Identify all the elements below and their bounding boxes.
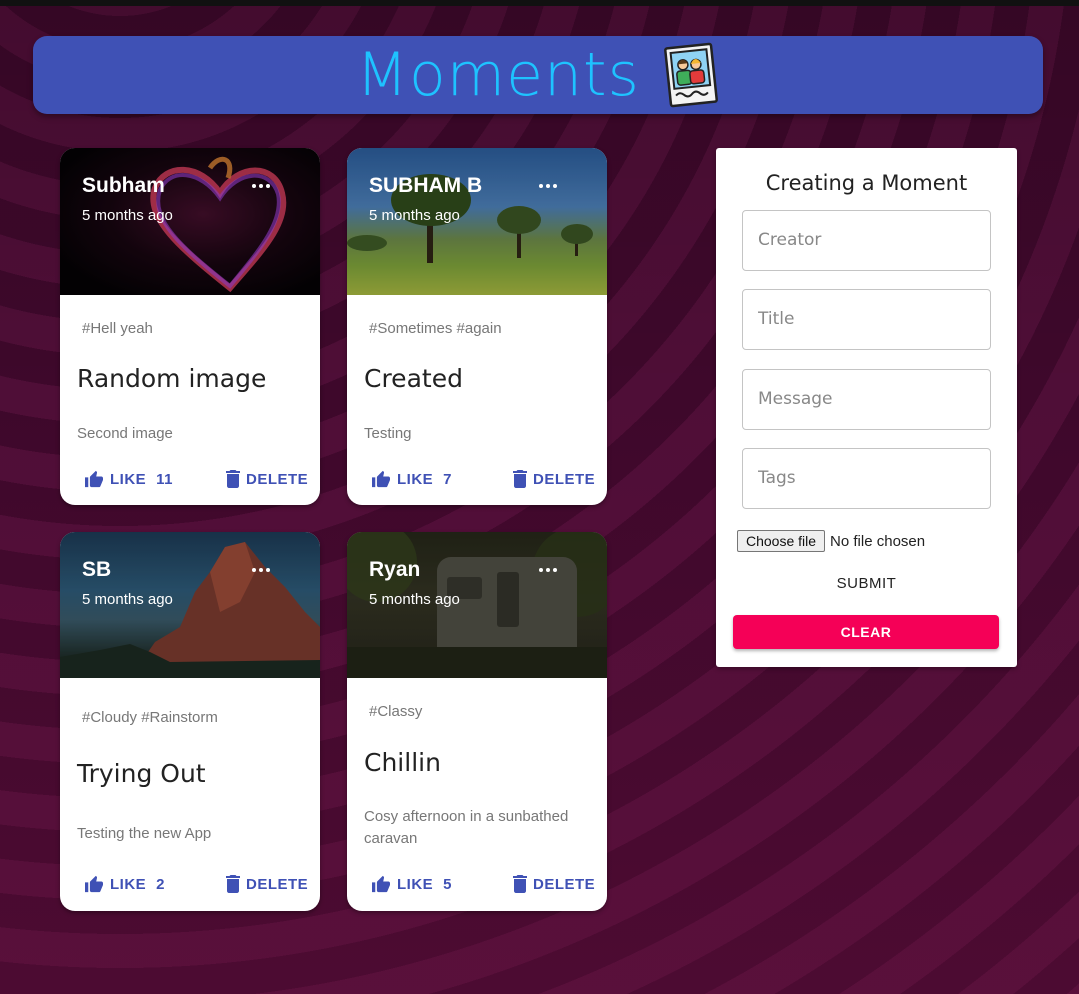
top-edge xyxy=(0,0,1079,6)
post-image: SB 5 months ago xyxy=(60,532,320,678)
post-title: Created xyxy=(364,364,463,393)
clear-button[interactable]: CLEAR xyxy=(733,615,999,649)
post-tags: #Sometimes #again xyxy=(369,320,502,337)
post-time: 5 months ago xyxy=(82,207,173,224)
app-bar: Moments xyxy=(33,36,1043,114)
post-title: Chillin xyxy=(364,748,441,777)
like-button[interactable]: LIKE 11 xyxy=(84,470,173,488)
post-author: SB xyxy=(82,558,112,581)
post-tags: #Cloudy #Rainstorm xyxy=(82,709,218,726)
delete-button[interactable]: DELETE xyxy=(226,875,308,893)
choose-file-button[interactable]: Choose file xyxy=(737,530,826,552)
post-card: Subham 5 months ago #Hell yeah Random im… xyxy=(60,148,320,505)
like-button[interactable]: LIKE 7 xyxy=(371,470,452,488)
title-field[interactable] xyxy=(742,289,991,350)
more-options-icon[interactable] xyxy=(539,568,561,574)
create-moment-form: Creating a Moment Choose file No file ch… xyxy=(716,148,1017,667)
post-card: Ryan 5 months ago #Classy Chillin Cosy a… xyxy=(347,532,607,911)
app-title: Moments xyxy=(356,40,640,110)
creator-field[interactable] xyxy=(742,210,991,271)
like-count: 11 xyxy=(156,470,174,488)
trash-icon xyxy=(226,470,240,488)
post-author: Ryan xyxy=(369,558,421,581)
delete-button[interactable]: DELETE xyxy=(513,470,595,488)
post-card: SUBHAM B 5 months ago #Sometimes #again … xyxy=(347,148,607,505)
post-tags: #Classy xyxy=(369,703,423,720)
creator-input[interactable] xyxy=(743,211,978,268)
trash-icon xyxy=(513,875,527,893)
photo-memories-icon xyxy=(663,42,718,108)
like-button[interactable]: LIKE 2 xyxy=(84,875,165,893)
post-message: Testing the new App xyxy=(77,825,212,842)
post-message: Cosy afternoon in a sunbathed caravan xyxy=(364,808,569,847)
post-tags: #Hell yeah xyxy=(82,320,153,337)
post-message: Testing xyxy=(364,425,412,442)
post-image: SUBHAM B 5 months ago xyxy=(347,148,607,295)
post-title: Trying Out xyxy=(77,759,206,788)
form-title: Creating a Moment xyxy=(765,171,968,195)
message-field[interactable] xyxy=(742,369,991,430)
submit-button[interactable]: SUBMIT xyxy=(716,575,1017,592)
message-input[interactable] xyxy=(743,370,978,427)
trash-icon xyxy=(226,875,240,893)
post-title: Random image xyxy=(77,364,267,393)
post-time: 5 months ago xyxy=(369,591,460,608)
thumb-up-icon xyxy=(372,875,390,893)
like-button[interactable]: LIKE 5 xyxy=(371,875,452,893)
like-count: 7 xyxy=(443,470,453,488)
delete-button[interactable]: DELETE xyxy=(226,470,308,488)
file-status: No file chosen xyxy=(830,532,926,550)
post-time: 5 months ago xyxy=(82,591,173,608)
more-options-icon[interactable] xyxy=(252,568,274,574)
thumb-up-icon xyxy=(85,875,103,893)
post-author: SUBHAM B xyxy=(369,174,483,197)
post-image: Ryan 5 months ago xyxy=(347,532,607,678)
post-card: SB 5 months ago #Cloudy #Rainstorm Tryin… xyxy=(60,532,320,911)
post-message: Second image xyxy=(77,425,173,442)
title-input[interactable] xyxy=(743,290,978,347)
like-count: 5 xyxy=(443,875,453,893)
thumb-up-icon xyxy=(85,470,103,488)
file-picker: Choose file No file chosen xyxy=(737,530,925,552)
post-time: 5 months ago xyxy=(369,207,460,224)
trash-icon xyxy=(513,470,527,488)
like-count: 2 xyxy=(156,875,166,893)
delete-button[interactable]: DELETE xyxy=(513,875,595,893)
post-image: Subham 5 months ago xyxy=(60,148,320,295)
more-options-icon[interactable] xyxy=(539,184,561,190)
tags-field[interactable] xyxy=(742,448,991,509)
thumb-up-icon xyxy=(372,470,390,488)
more-options-icon[interactable] xyxy=(252,184,274,190)
post-author: Subham xyxy=(82,174,165,197)
tags-input[interactable] xyxy=(743,449,978,506)
